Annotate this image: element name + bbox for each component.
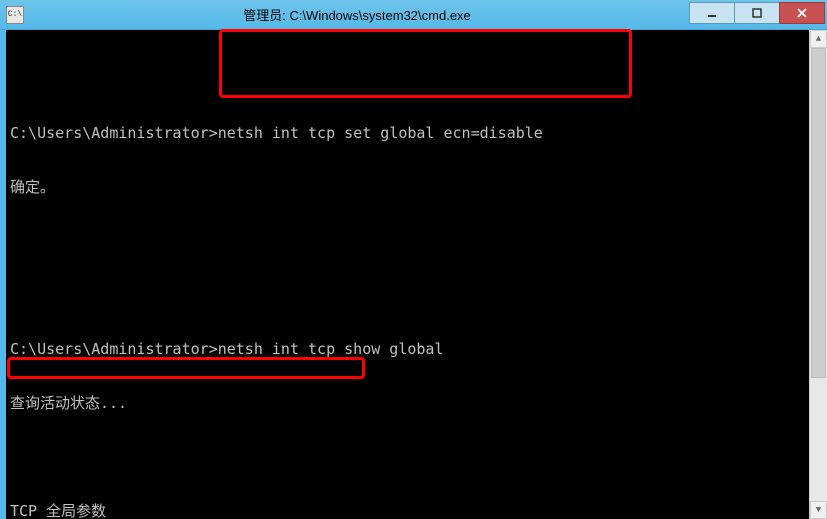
- prompt: C:\Users\Administrator>: [10, 124, 218, 142]
- command-text: netsh int tcp set global ecn=disable: [218, 124, 543, 142]
- close-button[interactable]: [779, 2, 825, 24]
- terminal-line: C:\Users\Administrator>netsh int tcp sho…: [10, 340, 817, 358]
- terminal-line: [10, 70, 817, 88]
- app-icon-label: C:\: [8, 10, 22, 19]
- prompt: C:\Users\Administrator>: [10, 340, 218, 358]
- maximize-icon: [751, 7, 763, 19]
- terminal-line: 确定。: [10, 178, 817, 196]
- vertical-scrollbar[interactable]: ▲ ▼: [809, 30, 827, 519]
- scroll-down-button[interactable]: ▼: [810, 501, 827, 519]
- minimize-button[interactable]: [689, 2, 735, 24]
- scroll-track[interactable]: [810, 48, 827, 501]
- section-header: TCP 全局参数: [10, 502, 817, 519]
- maximize-button[interactable]: [734, 2, 780, 24]
- close-icon: [796, 7, 808, 19]
- window-title: 管理员: C:\Windows\system32\cmd.exe: [24, 5, 690, 24]
- terminal-line: [10, 448, 817, 466]
- terminal-area[interactable]: C:\Users\Administrator>netsh int tcp set…: [6, 30, 821, 519]
- minimize-icon: [706, 7, 718, 19]
- cmd-app-icon: C:\: [6, 6, 24, 24]
- terminal-line: [10, 286, 817, 304]
- titlebar[interactable]: C:\ 管理员: C:\Windows\system32\cmd.exe: [0, 0, 827, 30]
- scroll-thumb[interactable]: [811, 48, 826, 378]
- command-text: netsh int tcp show global: [218, 340, 444, 358]
- window-controls: [690, 6, 827, 24]
- terminal-line: 查询活动状态...: [10, 394, 817, 412]
- chevron-up-icon: ▲: [816, 34, 821, 44]
- cmd-window: C:\ 管理员: C:\Windows\system32\cmd.exe C:\…: [0, 0, 827, 519]
- scroll-up-button[interactable]: ▲: [810, 30, 827, 48]
- terminal-line: C:\Users\Administrator>netsh int tcp set…: [10, 124, 817, 142]
- terminal-line: [10, 232, 817, 250]
- chevron-down-icon: ▼: [816, 505, 821, 515]
